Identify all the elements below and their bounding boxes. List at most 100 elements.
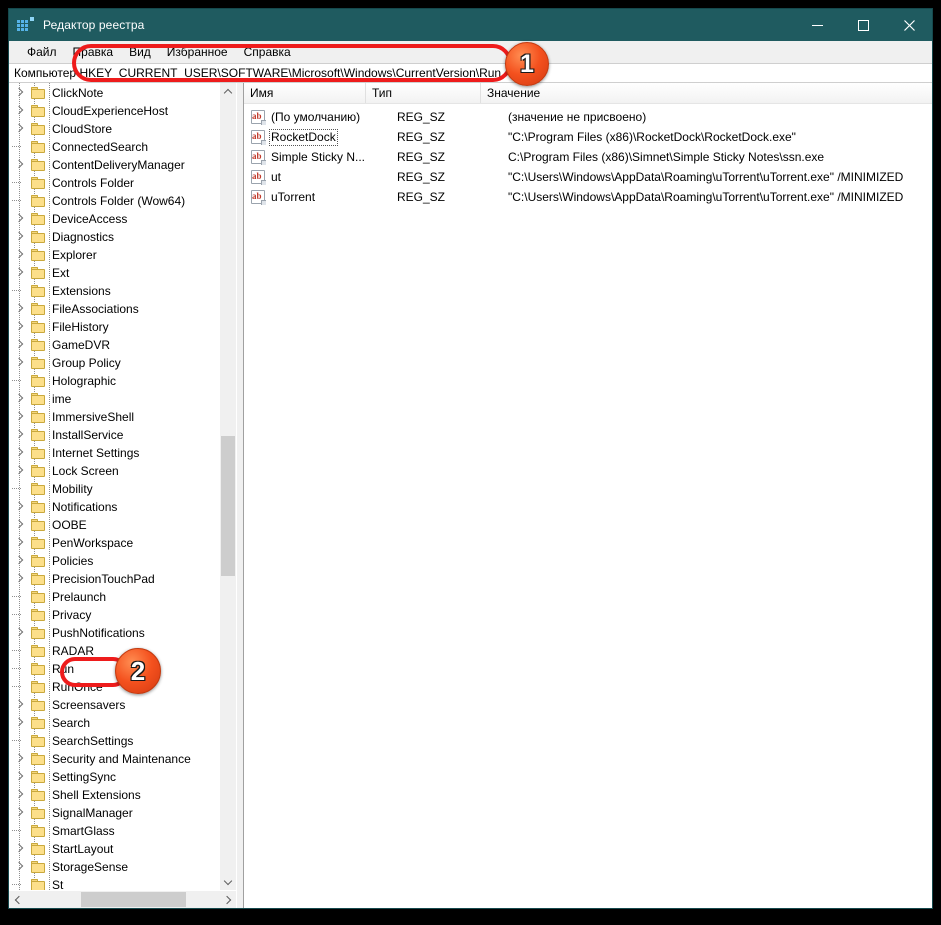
chevron-right-icon[interactable] <box>14 124 24 134</box>
chevron-right-icon[interactable] <box>14 520 24 530</box>
tree-item-search[interactable]: Search <box>9 714 219 732</box>
tree-vertical-scrollbar[interactable] <box>219 83 236 890</box>
menu-item-view[interactable]: Вид <box>121 43 159 61</box>
tree-twisty[interactable] <box>9 120 31 138</box>
menu-item-file[interactable]: Файл <box>19 43 65 61</box>
chevron-right-icon[interactable] <box>14 358 24 368</box>
tree-twisty[interactable] <box>9 372 31 390</box>
table-row[interactable]: ab uTorrent REG_SZ "C:\Users\Windows\AppDat… <box>244 187 932 207</box>
tree-item-oobe[interactable]: OOBE <box>9 516 219 534</box>
tree-twisty[interactable] <box>9 696 31 714</box>
horizontal-scroll-thumb[interactable] <box>81 892 186 907</box>
tree-item-explorer[interactable]: Explorer <box>9 246 219 264</box>
tree-twisty[interactable] <box>9 84 31 102</box>
tree-item-fileassociations[interactable]: FileAssociations <box>9 300 219 318</box>
tree-twisty[interactable] <box>9 444 31 462</box>
tree-item-diagnostics[interactable]: Diagnostics <box>9 228 219 246</box>
tree-item-st[interactable]: St <box>9 876 219 890</box>
menu-item-favorites[interactable]: Избранное <box>159 43 236 61</box>
vertical-scroll-thumb[interactable] <box>221 436 235 576</box>
chevron-right-icon[interactable] <box>14 556 24 566</box>
tree-item-cloudstore[interactable]: CloudStore <box>9 120 219 138</box>
chevron-right-icon[interactable] <box>14 772 24 782</box>
tree-item-lock-screen[interactable]: Lock Screen <box>9 462 219 480</box>
tree-twisty[interactable] <box>9 192 31 210</box>
table-row[interactable]: ab Simple Sticky N... REG_SZ C:\Program Fil… <box>244 147 932 167</box>
tree-twisty[interactable] <box>9 498 31 516</box>
tree-twisty[interactable] <box>9 390 31 408</box>
tree-twisty[interactable] <box>9 426 31 444</box>
tree-item-ime[interactable]: ime <box>9 390 219 408</box>
vertical-scroll-track[interactable] <box>220 100 236 873</box>
tree-twisty[interactable] <box>9 534 31 552</box>
tree-item-smartglass[interactable]: SmartGlass <box>9 822 219 840</box>
tree-item-contentdeliverymanager[interactable]: ContentDeliveryManager <box>9 156 219 174</box>
address-bar[interactable]: Компьютер\HKEY_CURRENT_USER\SOFTWARE\Mic… <box>9 63 932 83</box>
chevron-right-icon[interactable] <box>14 574 24 584</box>
tree-twisty[interactable] <box>9 840 31 858</box>
chevron-right-icon[interactable] <box>14 394 24 404</box>
chevron-right-icon[interactable] <box>14 268 24 278</box>
menu-item-help[interactable]: Справка <box>236 43 299 61</box>
tree-item-pushnotifications[interactable]: PushNotifications <box>9 624 219 642</box>
tree-twisty[interactable] <box>9 858 31 876</box>
tree-twisty[interactable] <box>9 336 31 354</box>
tree-item-shell-extensions[interactable]: Shell Extensions <box>9 786 219 804</box>
tree-item-privacy[interactable]: Privacy <box>9 606 219 624</box>
value-name-cell[interactable]: RocketDock <box>269 128 393 146</box>
tree-item-gamedvr[interactable]: GameDVR <box>9 336 219 354</box>
chevron-right-icon[interactable] <box>14 466 24 476</box>
value-name-cell[interactable]: ut <box>269 170 393 185</box>
tree-item-immersiveshell[interactable]: ImmersiveShell <box>9 408 219 426</box>
tree-twisty[interactable] <box>9 642 31 660</box>
values-vertical-scrollbar[interactable] <box>916 104 932 908</box>
tree-twisty[interactable] <box>9 876 31 890</box>
tree-item-extensions[interactable]: Extensions <box>9 282 219 300</box>
tree-twisty[interactable] <box>9 786 31 804</box>
tree-twisty[interactable] <box>9 660 31 678</box>
chevron-right-icon[interactable] <box>14 754 24 764</box>
chevron-right-icon[interactable] <box>14 628 24 638</box>
close-button[interactable] <box>886 9 932 41</box>
chevron-right-icon[interactable] <box>14 808 24 818</box>
chevron-right-icon[interactable] <box>14 700 24 710</box>
tree-item-mobility[interactable]: Mobility <box>9 480 219 498</box>
tree-twisty[interactable] <box>9 210 31 228</box>
tree-item-ext[interactable]: Ext <box>9 264 219 282</box>
tree-twisty[interactable] <box>9 282 31 300</box>
scroll-up-button[interactable] <box>220 83 236 100</box>
tree-twisty[interactable] <box>9 156 31 174</box>
chevron-right-icon[interactable] <box>14 862 24 872</box>
tree-item-group-policy[interactable]: Group Policy <box>9 354 219 372</box>
scroll-down-button[interactable] <box>220 873 236 890</box>
tree-item-connectedsearch[interactable]: ConnectedSearch <box>9 138 219 156</box>
chevron-right-icon[interactable] <box>14 718 24 728</box>
chevron-right-icon[interactable] <box>14 214 24 224</box>
tree-item-internet-settings[interactable]: Internet Settings <box>9 444 219 462</box>
tree-item-security-and-maintenance[interactable]: Security and Maintenance <box>9 750 219 768</box>
chevron-right-icon[interactable] <box>14 844 24 854</box>
tree-twisty[interactable] <box>9 480 31 498</box>
horizontal-scroll-track[interactable] <box>27 891 218 908</box>
tree-item-radar[interactable]: RADAR <box>9 642 219 660</box>
minimize-button[interactable] <box>794 9 840 41</box>
tree-item-cloudexperiencehost[interactable]: CloudExperienceHost <box>9 102 219 120</box>
scroll-right-button[interactable] <box>218 891 236 908</box>
tree-twisty[interactable] <box>9 768 31 786</box>
tree-item-prelaunch[interactable]: Prelaunch <box>9 588 219 606</box>
tree-twisty[interactable] <box>9 822 31 840</box>
tree-twisty[interactable] <box>9 408 31 426</box>
tree-item-deviceaccess[interactable]: DeviceAccess <box>9 210 219 228</box>
scroll-left-button[interactable] <box>9 891 27 908</box>
menu-item-edit[interactable]: Правка <box>65 43 122 61</box>
tree-twisty[interactable] <box>9 678 31 696</box>
tree-twisty[interactable] <box>9 102 31 120</box>
chevron-right-icon[interactable] <box>14 448 24 458</box>
chevron-right-icon[interactable] <box>14 322 24 332</box>
chevron-right-icon[interactable] <box>14 790 24 800</box>
tree-item-run[interactable]: Run <box>9 660 219 678</box>
chevron-right-icon[interactable] <box>14 412 24 422</box>
value-name-cell[interactable]: uTorrent <box>269 190 393 205</box>
chevron-right-icon[interactable] <box>14 304 24 314</box>
chevron-right-icon[interactable] <box>14 232 24 242</box>
